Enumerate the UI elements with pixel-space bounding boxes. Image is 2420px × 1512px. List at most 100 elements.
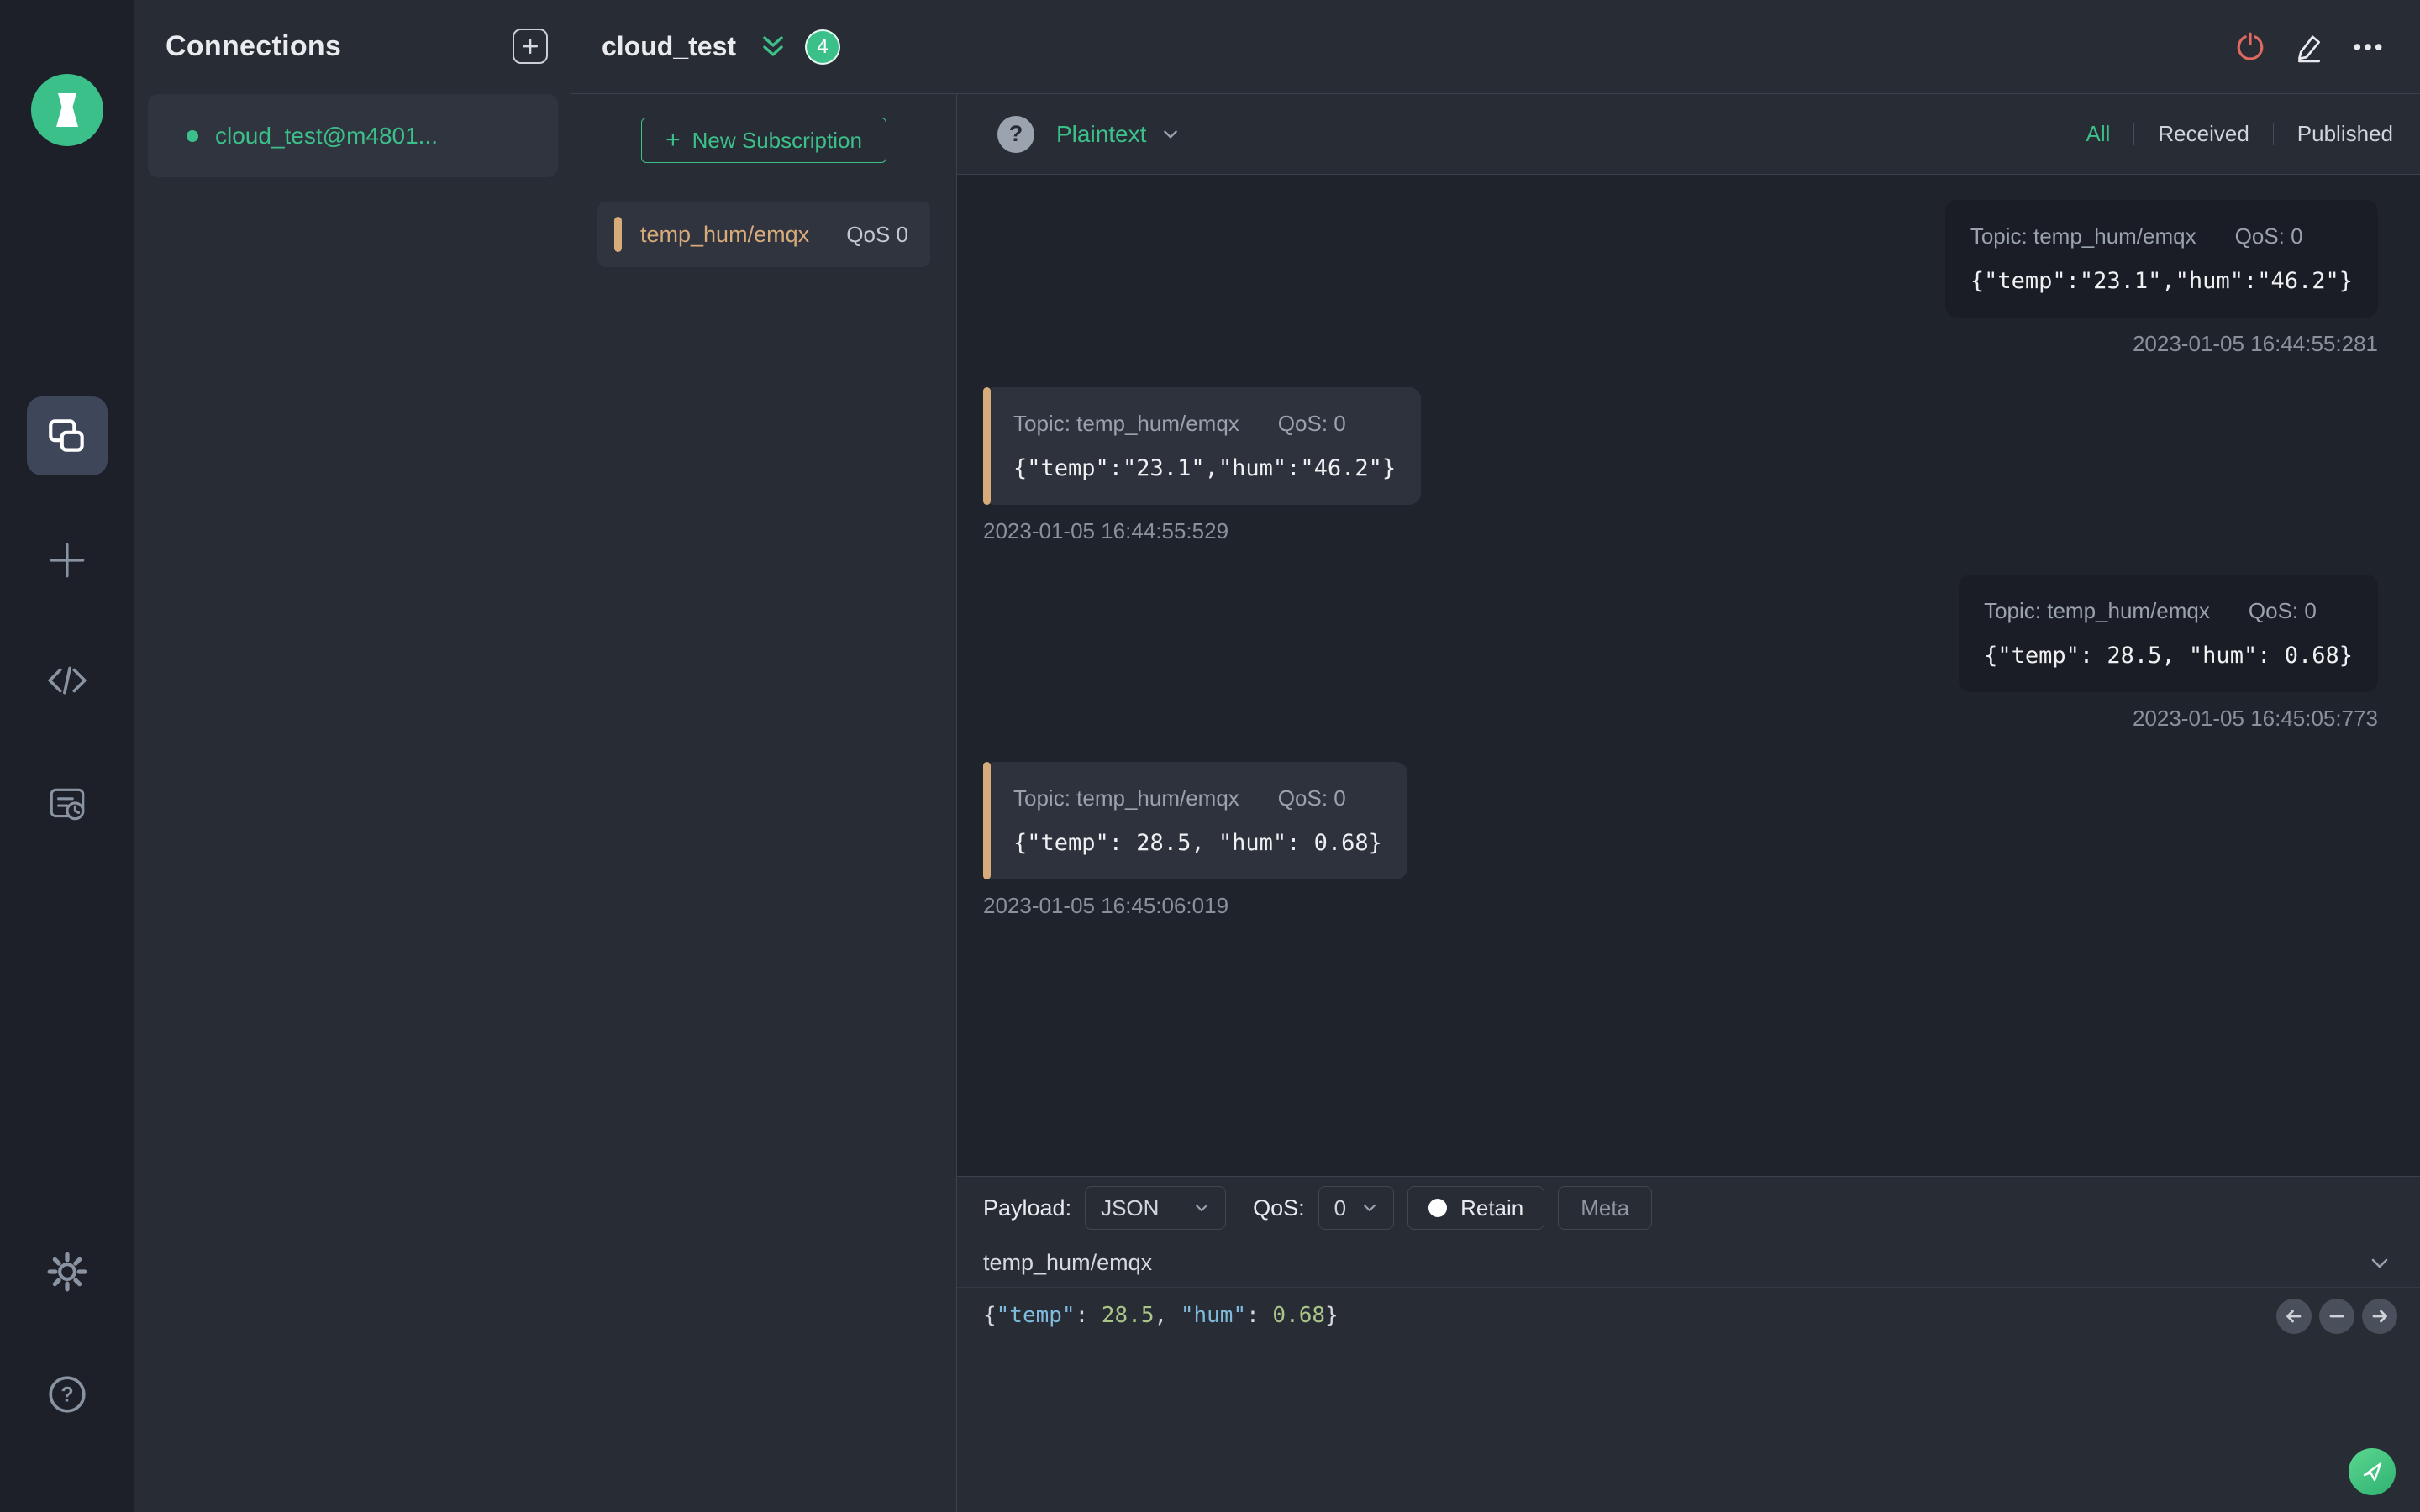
message-topic: Topic: temp_hum/emqx — [1984, 598, 2210, 623]
message-format-value: Plaintext — [1056, 120, 1147, 147]
message-qos: QoS: 0 — [2248, 598, 2317, 623]
message-qos: QoS: 0 — [2234, 223, 2303, 249]
message-timestamp: 2023-01-05 16:44:55:281 — [2132, 331, 2378, 356]
connection-status-dot — [187, 129, 198, 142]
message[interactable]: Topic: temp_hum/emqx QoS: 0 {"temp":"23.… — [983, 200, 2378, 357]
publish-topic-row: temp_hum/emqx — [957, 1239, 2420, 1288]
add-connection-button[interactable] — [513, 29, 548, 64]
qos-value: 0 — [1334, 1194, 1347, 1221]
format-help-icon[interactable]: ? — [997, 115, 1034, 153]
filter-all[interactable]: All — [2086, 121, 2110, 147]
message-meta: Topic: temp_hum/emqx QoS: 0 — [1013, 411, 1396, 437]
clear-message-button[interactable] — [2319, 1299, 2354, 1334]
message-nav — [2276, 1299, 2397, 1334]
message-bubble: Topic: temp_hum/emqx QoS: 0 {"temp":"23.… — [1944, 200, 2378, 318]
chevron-down-icon — [1193, 1200, 1210, 1216]
payload-type-select[interactable]: JSON — [1085, 1186, 1227, 1230]
mqttx-logo[interactable] — [31, 74, 103, 146]
help-icon: ? — [49, 1376, 86, 1413]
arrow-right-icon — [2372, 1310, 2387, 1323]
retain-label: Retain — [1460, 1194, 1524, 1221]
retain-toggle[interactable]: Retain — [1407, 1186, 1545, 1230]
pencil-icon — [2298, 34, 2320, 62]
disconnect-button[interactable] — [2232, 29, 2269, 66]
message-payload: {"temp":"23.1","hum":"46.2"} — [1970, 268, 2353, 294]
subscriptions-panel: + New Subscription temp_hum/emqx QoS 0 — [571, 94, 957, 1512]
message-meta: Topic: temp_hum/emqx QoS: 0 — [1013, 785, 1382, 811]
send-icon — [2363, 1462, 2382, 1482]
messages-panel: ? Plaintext All Received Published Topic… — [957, 94, 2420, 1512]
qos-label: QoS: — [1253, 1194, 1305, 1221]
connections-panel: Connections cloud_test@m4801... — [134, 0, 571, 1512]
power-icon — [2237, 32, 2264, 60]
filter-published[interactable]: Published — [2297, 121, 2393, 147]
connections-title: Connections — [166, 29, 342, 62]
subscription-topic: temp_hum/emqx — [640, 221, 810, 247]
next-message-button[interactable] — [2362, 1299, 2397, 1334]
collapse-publish-icon[interactable] — [2368, 1252, 2391, 1274]
publish-toolbar: Payload: JSON QoS: 0 Retain Meta — [957, 1177, 2420, 1239]
message-list: Topic: temp_hum/emqx QoS: 0 {"temp":"23.… — [957, 175, 2420, 1176]
sidebar-item-settings[interactable] — [37, 1242, 97, 1302]
send-button[interactable] — [2349, 1448, 2396, 1495]
chevron-down-icon — [1361, 1200, 1378, 1216]
publish-topic-input[interactable]: temp_hum/emqx — [983, 1250, 1152, 1276]
new-subscription-button[interactable]: + New Subscription — [641, 118, 886, 163]
payload-type-value: JSON — [1101, 1194, 1160, 1221]
prev-message-button[interactable] — [2276, 1299, 2312, 1334]
message-topic: Topic: temp_hum/emqx — [1013, 411, 1239, 436]
minus-icon — [2329, 1315, 2344, 1318]
messages-toolbar: ? Plaintext All Received Published — [957, 94, 2420, 175]
connection-topbar: cloud_test 4 — [571, 0, 2420, 94]
message-qos: QoS: 0 — [1277, 785, 1346, 811]
subscription-color-marker — [614, 217, 622, 252]
arrow-left-icon — [2286, 1310, 2302, 1323]
sidebar-item-scripts[interactable] — [37, 650, 97, 711]
filter-divider — [2133, 123, 2135, 145]
message[interactable]: Topic: temp_hum/emqx QoS: 0 {"temp": 28.… — [983, 762, 2378, 919]
message-topic: Topic: temp_hum/emqx — [1013, 785, 1239, 811]
mqttx-app: { "colors": { "green": "#3cc08a", "tan":… — [0, 0, 2420, 1512]
message-meta: Topic: temp_hum/emqx QoS: 0 — [1970, 223, 2353, 249]
message-filters: All Received Published — [2086, 121, 2393, 147]
plus-icon — [50, 543, 85, 578]
plus-square-icon — [522, 38, 539, 55]
plus-icon: + — [666, 126, 681, 154]
svg-text:?: ? — [60, 1383, 73, 1406]
sidebar-item-log[interactable] — [37, 774, 97, 834]
double-chevron-down-icon[interactable] — [758, 34, 788, 60]
new-subscription-label: New Subscription — [692, 127, 862, 153]
message-bubble: Topic: temp_hum/emqx QoS: 0 {"temp":"23.… — [983, 387, 1422, 505]
filter-divider — [2272, 123, 2274, 145]
app-sidebar: ? — [0, 0, 134, 1512]
page-title: cloud_test — [602, 31, 737, 61]
filter-received[interactable]: Received — [2158, 121, 2249, 147]
connection-name: cloud_test@m4801... — [215, 122, 439, 149]
subscription-qos: QoS 0 — [846, 221, 908, 247]
payload-editor[interactable]: {"temp": 28.5, "hum": 0.68} — [957, 1288, 2420, 1512]
sidebar-item-new-connection[interactable] — [37, 530, 97, 591]
main-region: cloud_test 4 + New Subscription temp_hum… — [571, 0, 2420, 1512]
message-meta: Topic: temp_hum/emqx QoS: 0 — [1984, 598, 2353, 624]
sidebar-item-connections[interactable] — [27, 396, 108, 475]
qos-select[interactable]: 0 — [1318, 1186, 1395, 1230]
edit-connection-button[interactable] — [2291, 29, 2328, 66]
message[interactable]: Topic: temp_hum/emqx QoS: 0 {"temp":"23.… — [983, 387, 2378, 544]
payload-code-line: {"temp": 28.5, "hum": 0.68} — [983, 1303, 1339, 1328]
message-payload: {"temp": 28.5, "hum": 0.68} — [1013, 830, 1382, 856]
message-format-select[interactable]: Plaintext — [1056, 121, 1180, 148]
message-topic: Topic: temp_hum/emqx — [1970, 223, 2196, 249]
connection-item[interactable]: cloud_test@m4801... — [148, 94, 558, 177]
publish-panel: Payload: JSON QoS: 0 Retain Meta temp_hu… — [957, 1176, 2420, 1512]
message[interactable]: Topic: temp_hum/emqx QoS: 0 {"temp": 28.… — [983, 575, 2378, 732]
message-qos: QoS: 0 — [1277, 411, 1346, 436]
subscription-count-badge: 4 — [805, 29, 841, 65]
meta-button[interactable]: Meta — [1558, 1186, 1653, 1230]
subscription-item[interactable]: temp_hum/emqx QoS 0 — [597, 202, 930, 267]
sidebar-item-help[interactable]: ? — [37, 1364, 97, 1425]
mqttx-logo-icon — [56, 93, 78, 127]
retain-dot-icon — [1428, 1199, 1448, 1217]
more-options-button[interactable] — [2349, 29, 2386, 66]
message-timestamp: 2023-01-05 16:45:05:773 — [2132, 706, 2378, 731]
message-timestamp: 2023-01-05 16:45:06:019 — [983, 893, 1229, 918]
